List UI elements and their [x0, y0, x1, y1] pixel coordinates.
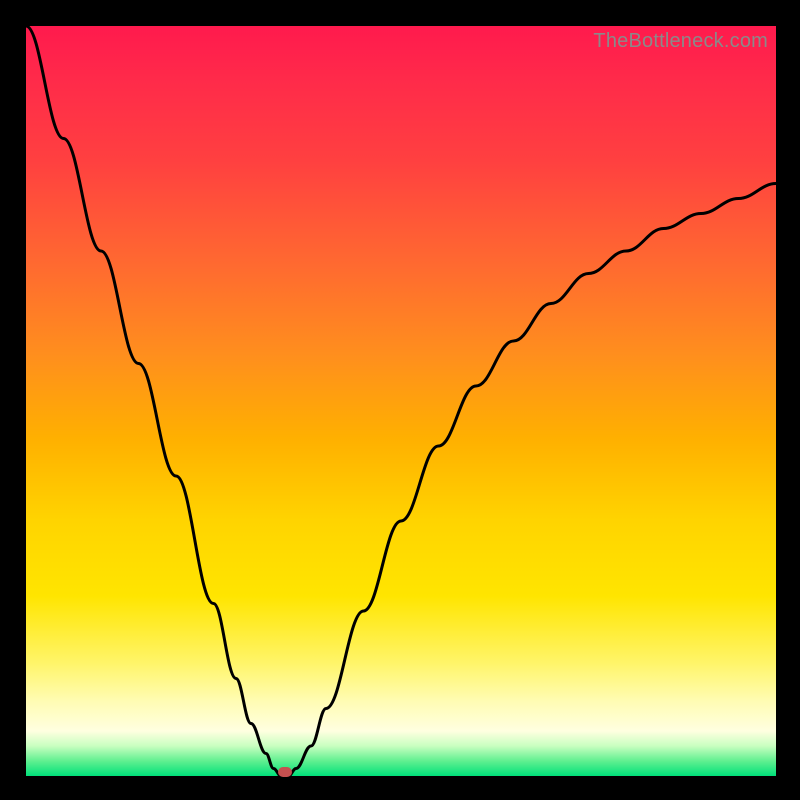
curve-layer — [26, 26, 776, 776]
optimal-point-marker — [278, 767, 292, 777]
plot-area: TheBottleneck.com — [26, 26, 776, 776]
chart-frame: TheBottleneck.com — [0, 0, 800, 800]
bottleneck-curve-path — [26, 26, 776, 776]
